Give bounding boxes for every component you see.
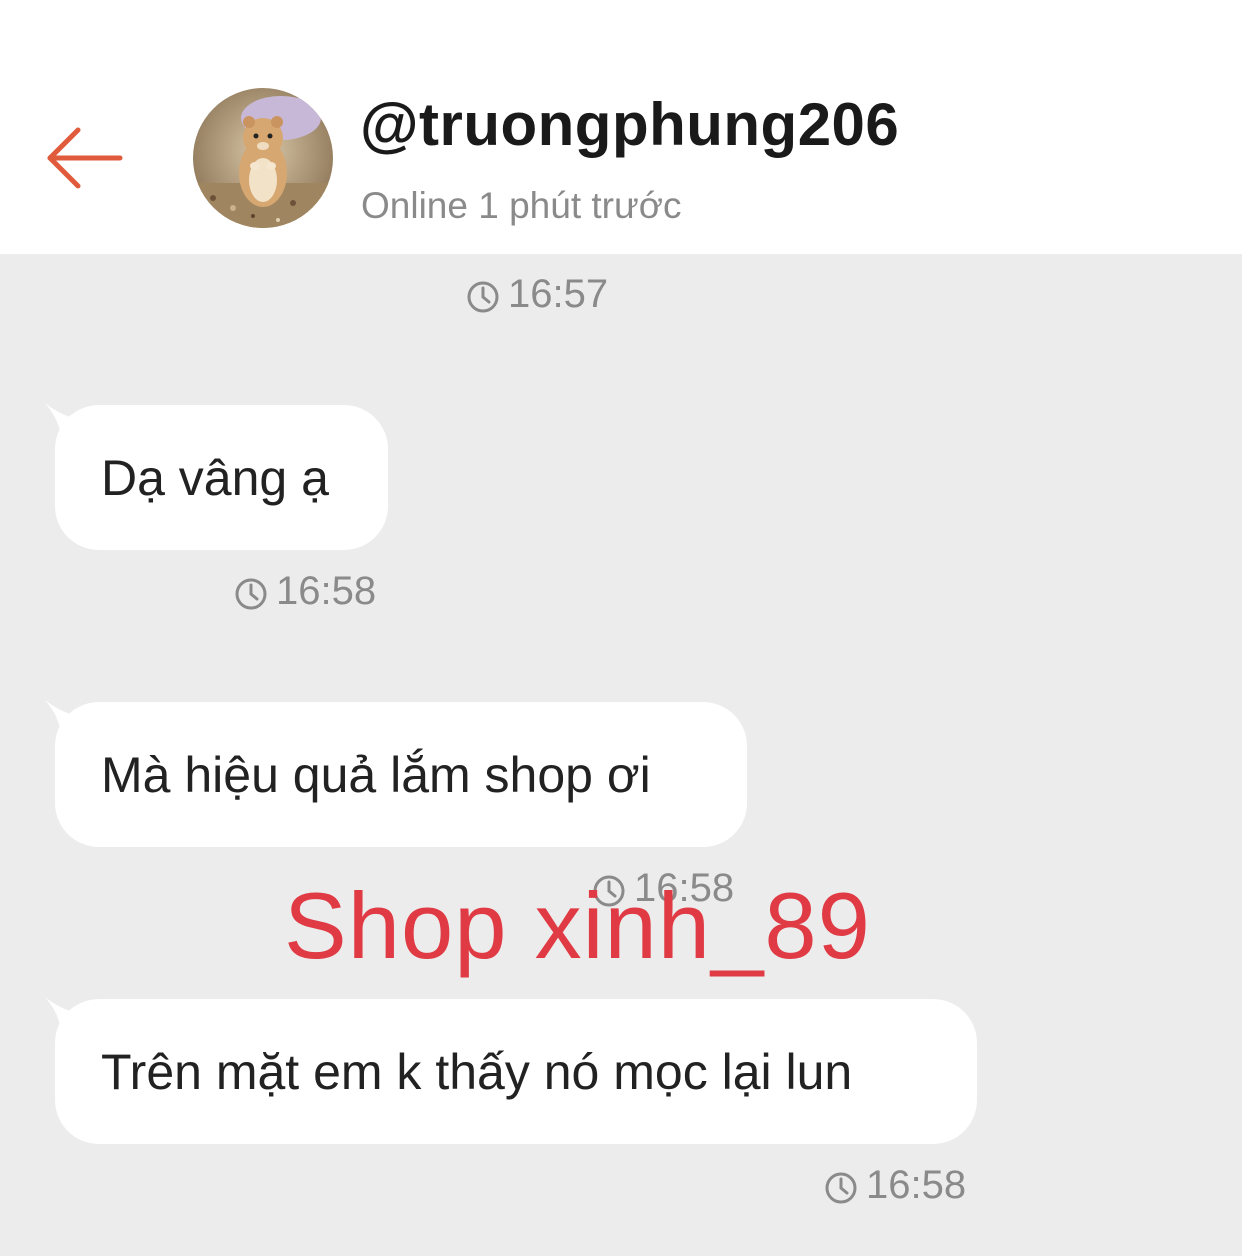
bubble-tail: [45, 997, 101, 1043]
timestamp-text: 16:58: [276, 569, 377, 613]
timestamp-text: 16:57: [508, 272, 609, 316]
online-status: Online 1 phút trước: [361, 185, 682, 226]
message-bubble[interactable]: Mà hiệu quả lắm shop ơi: [45, 700, 747, 847]
message-text: Trên mặt em k thấy nó mọc lại lun: [101, 1043, 853, 1100]
message-timestamp: 16:58: [824, 1163, 966, 1208]
arrow-left-icon: [47, 127, 123, 189]
message-timestamp: 16:58: [234, 569, 376, 614]
bubble-tail: [45, 700, 101, 746]
message-bubble[interactable]: Trên mặt em k thấy nó mọc lại lun: [45, 997, 977, 1144]
back-button[interactable]: [40, 118, 130, 198]
timestamp-text: 16:58: [866, 1163, 967, 1207]
avatar[interactable]: [193, 88, 333, 228]
message-bubble[interactable]: Dạ vâng ạ: [45, 403, 388, 550]
clock-icon: [825, 1172, 857, 1203]
message-timestamp: 16:57: [466, 272, 608, 317]
chat-username[interactable]: @truongphung206: [360, 90, 899, 159]
message-text: Dạ vâng ạ: [101, 449, 329, 506]
clock-icon: [235, 578, 267, 609]
bubble-tail: [45, 403, 101, 449]
message-text: Mà hiệu quả lắm shop ơi: [101, 746, 651, 803]
clock-icon: [467, 281, 499, 312]
shop-watermark: Shop xinh_89: [284, 873, 871, 978]
chat-header: @truongphung206 Online 1 phút trước: [0, 0, 1242, 254]
